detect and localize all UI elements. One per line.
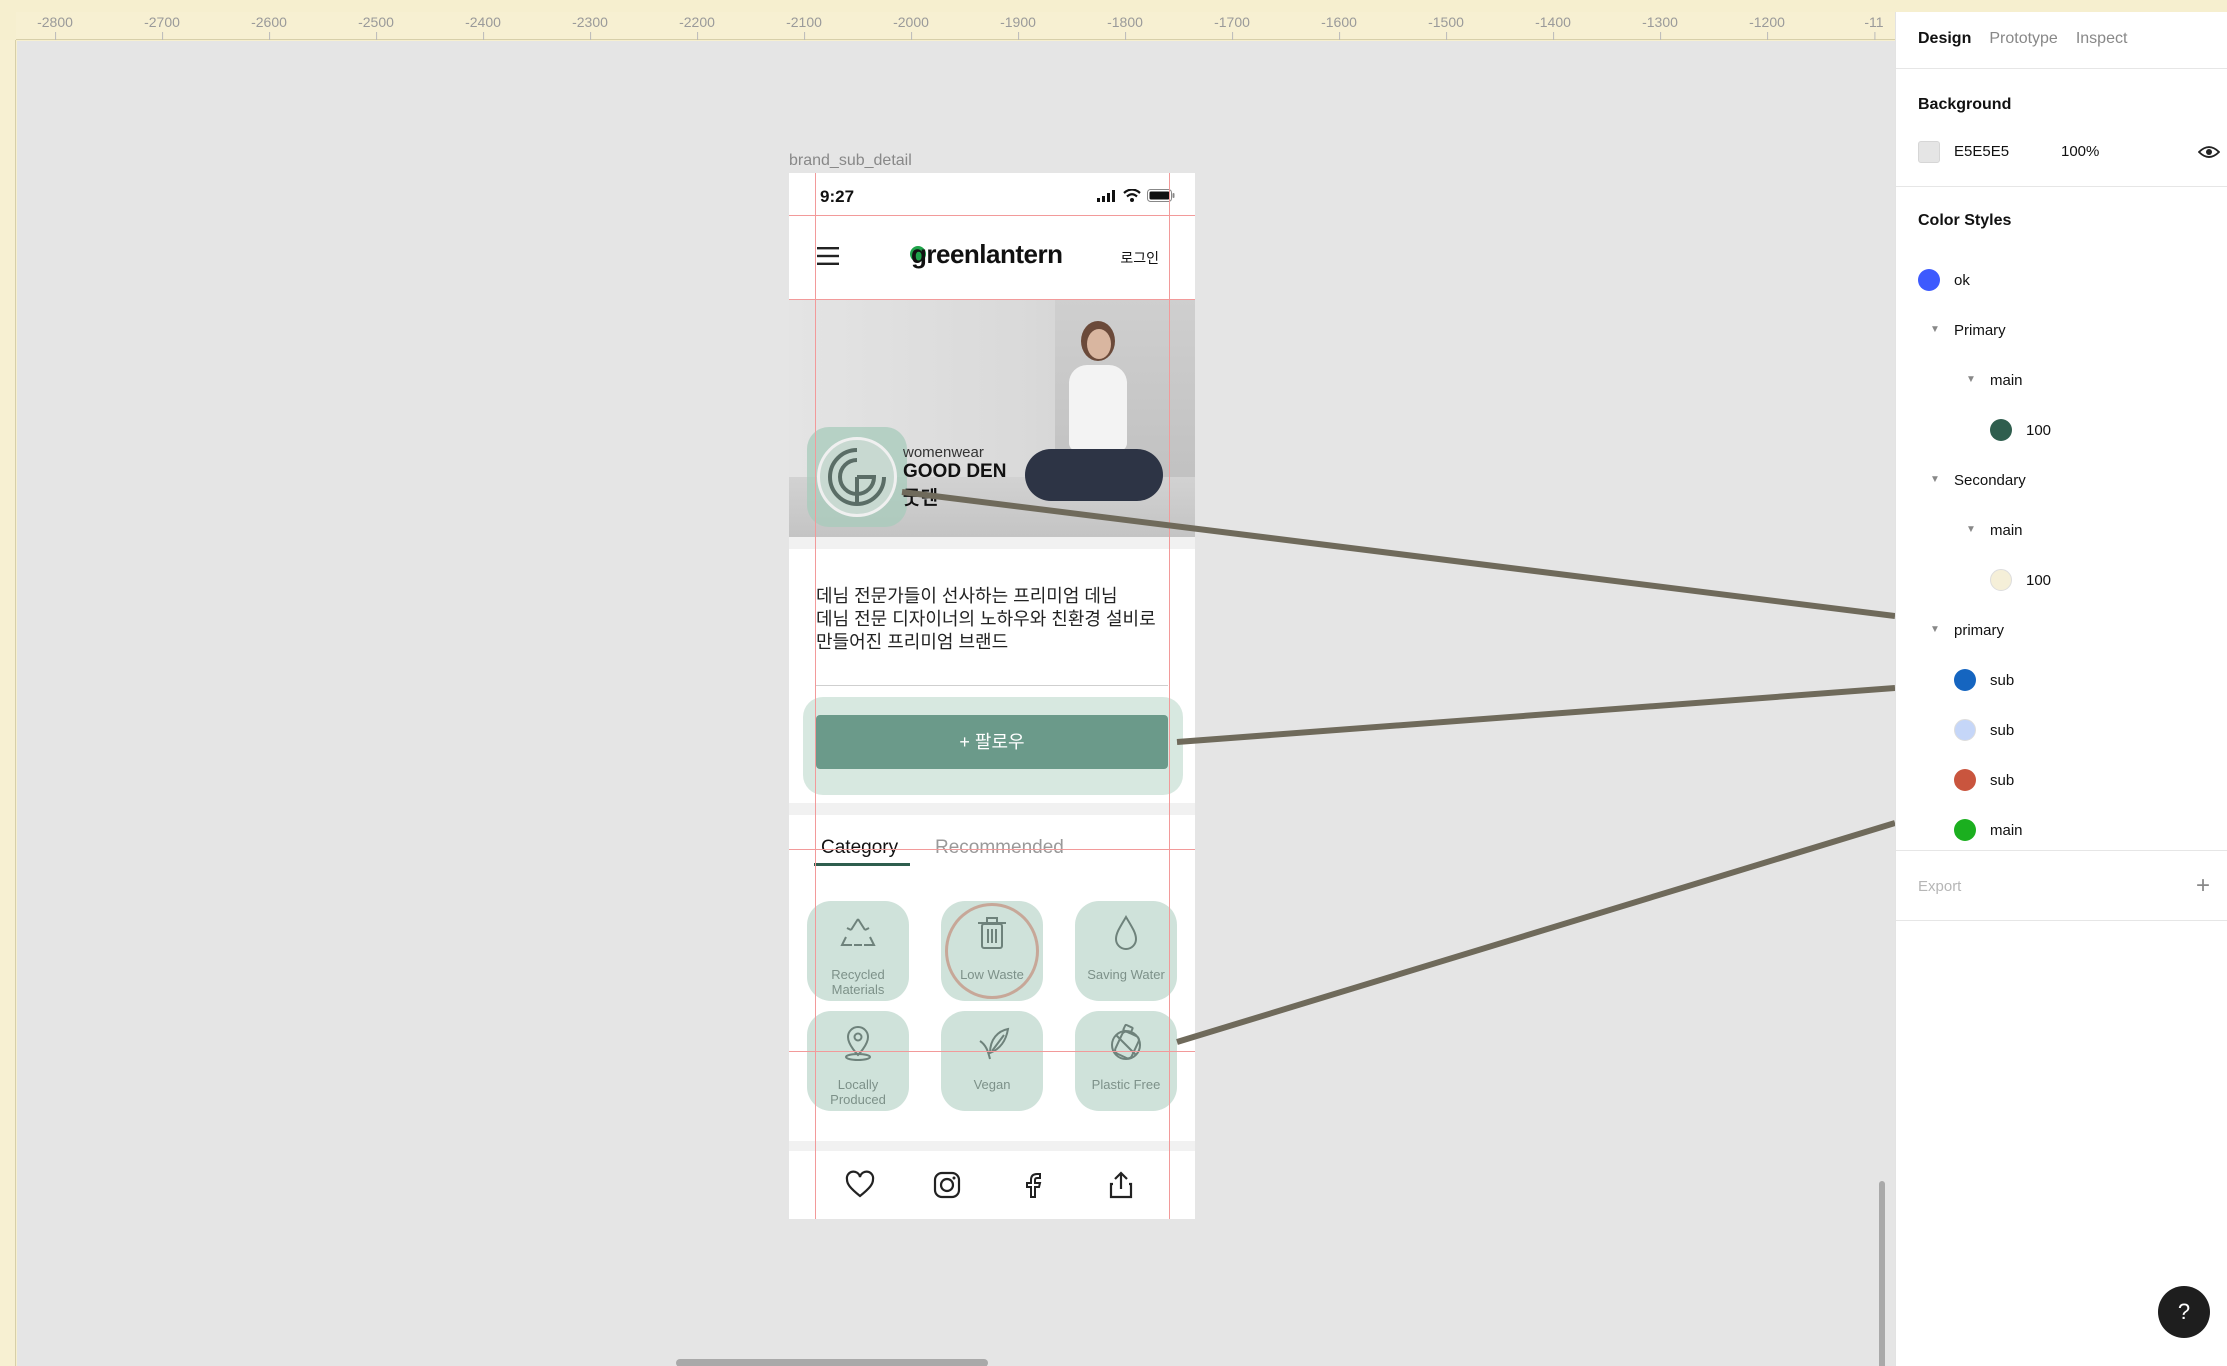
panel-divider <box>1896 68 2227 69</box>
collapse-caret-icon[interactable]: ▼ <box>1930 474 1940 485</box>
ruler-tick: -2000 <box>893 14 929 40</box>
color-style-group[interactable]: main <box>1990 368 2023 392</box>
vertical-ruler <box>0 40 16 1366</box>
horizontal-ruler: -2800 -2700 -2600 -2500 -2400 -2300 -2200 -2100… <box>16 12 1896 40</box>
ruler-tick: -1600 <box>1321 14 1357 40</box>
color-style-item[interactable]: sub <box>1954 718 2014 742</box>
color-style-label: primary <box>1954 621 2005 639</box>
connector-line <box>1176 820 1895 1045</box>
ruler-tick: -1300 <box>1642 14 1678 40</box>
ruler-tick: -11 <box>1864 14 1884 40</box>
color-style-group[interactable]: primary <box>1954 618 2004 642</box>
collapse-caret-icon[interactable]: ▼ <box>1966 374 1976 385</box>
panel-divider <box>1896 186 2227 187</box>
color-style-label: main <box>1990 821 2023 839</box>
color-swatch <box>1990 419 2012 441</box>
vertical-scrollbar[interactable] <box>1879 1181 1885 1366</box>
color-style-item[interactable]: main <box>1954 818 2023 842</box>
prototype-connectors <box>901 489 1895 1045</box>
color-style-group[interactable]: Primary <box>1954 318 2006 342</box>
collapse-caret-icon[interactable]: ▼ <box>1966 524 1976 535</box>
color-style-label: Secondary <box>1954 471 2026 489</box>
panel-divider <box>1896 850 2227 851</box>
tab-inspect[interactable]: Inspect <box>2076 30 2128 48</box>
color-swatch <box>1954 669 1976 691</box>
color-style-label: 100 <box>2026 421 2052 439</box>
collapse-caret-icon[interactable]: ▼ <box>1930 324 1940 335</box>
background-title: Background <box>1918 96 2012 113</box>
help-button[interactable]: ? <box>2158 1286 2210 1338</box>
ruler-tick: -2500 <box>358 14 394 40</box>
color-style-item[interactable]: ok <box>1918 268 1970 292</box>
color-style-item[interactable]: sub <box>1954 768 2014 792</box>
ruler-tick: -1200 <box>1749 14 1785 40</box>
background-hex[interactable]: E5E5E5 <box>1954 143 2009 160</box>
ruler-tick: -1500 <box>1428 14 1464 40</box>
eye-icon[interactable] <box>2198 144 2220 160</box>
ruler-tick: -2100 <box>786 14 822 40</box>
color-style-label: main <box>1990 521 2023 539</box>
ruler-tick: -2800 <box>37 14 73 40</box>
color-swatch <box>1954 769 1976 791</box>
properties-panel: Design Prototype Inspect Background E5E5… <box>1895 12 2227 1366</box>
collapse-caret-icon[interactable]: ▼ <box>1930 624 1940 635</box>
panel-tabs: Design Prototype Inspect <box>1918 30 2127 48</box>
color-swatch <box>1954 819 1976 841</box>
background-opacity[interactable]: 100% <box>2061 143 2099 160</box>
ruler-tick: -2300 <box>572 14 608 40</box>
color-style-label: sub <box>1990 721 2015 739</box>
ruler-tick: -2600 <box>251 14 287 40</box>
horizontal-scrollbar[interactable] <box>676 1359 988 1366</box>
color-style-item[interactable]: 100 <box>1990 418 2051 442</box>
color-styles-title: Color Styles <box>1918 212 2012 229</box>
color-style-label: main <box>1990 371 2023 389</box>
background-swatch[interactable] <box>1918 141 1940 163</box>
tab-design[interactable]: Design <box>1918 30 1971 48</box>
ruler-tick: -1400 <box>1535 14 1571 40</box>
panel-divider <box>1896 920 2227 921</box>
ruler-tick: -1900 <box>1000 14 1036 40</box>
design-canvas[interactable]: brand_sub_detail 9:27 greenlantern 로그인 w… <box>17 41 1895 1366</box>
color-style-label: Primary <box>1954 321 2006 339</box>
color-swatch <box>1954 719 1976 741</box>
connector-line <box>901 489 1895 619</box>
ruler-tick: -1800 <box>1107 14 1143 40</box>
color-style-label: sub <box>1990 671 2015 689</box>
ruler-tick: -2400 <box>465 14 501 40</box>
ruler-tick: -1700 <box>1214 14 1250 40</box>
ruler-tick: -2200 <box>679 14 715 40</box>
color-style-label: sub <box>1990 771 2015 789</box>
export-label: Export <box>1918 878 1962 895</box>
color-style-label: ok <box>1954 271 1970 289</box>
add-export-icon[interactable]: + <box>2196 872 2210 900</box>
color-style-item[interactable]: sub <box>1954 668 2014 692</box>
connector-line <box>1176 685 1895 745</box>
ruler-tick: -2700 <box>144 14 180 40</box>
color-style-item[interactable]: 100 <box>1990 568 2051 592</box>
color-style-label: 100 <box>2026 571 2052 589</box>
color-swatch <box>1918 269 1940 291</box>
color-swatch <box>1990 569 2012 591</box>
color-style-group[interactable]: main <box>1990 518 2023 542</box>
color-style-group[interactable]: Secondary <box>1954 468 2026 492</box>
tab-prototype[interactable]: Prototype <box>1989 30 2057 48</box>
